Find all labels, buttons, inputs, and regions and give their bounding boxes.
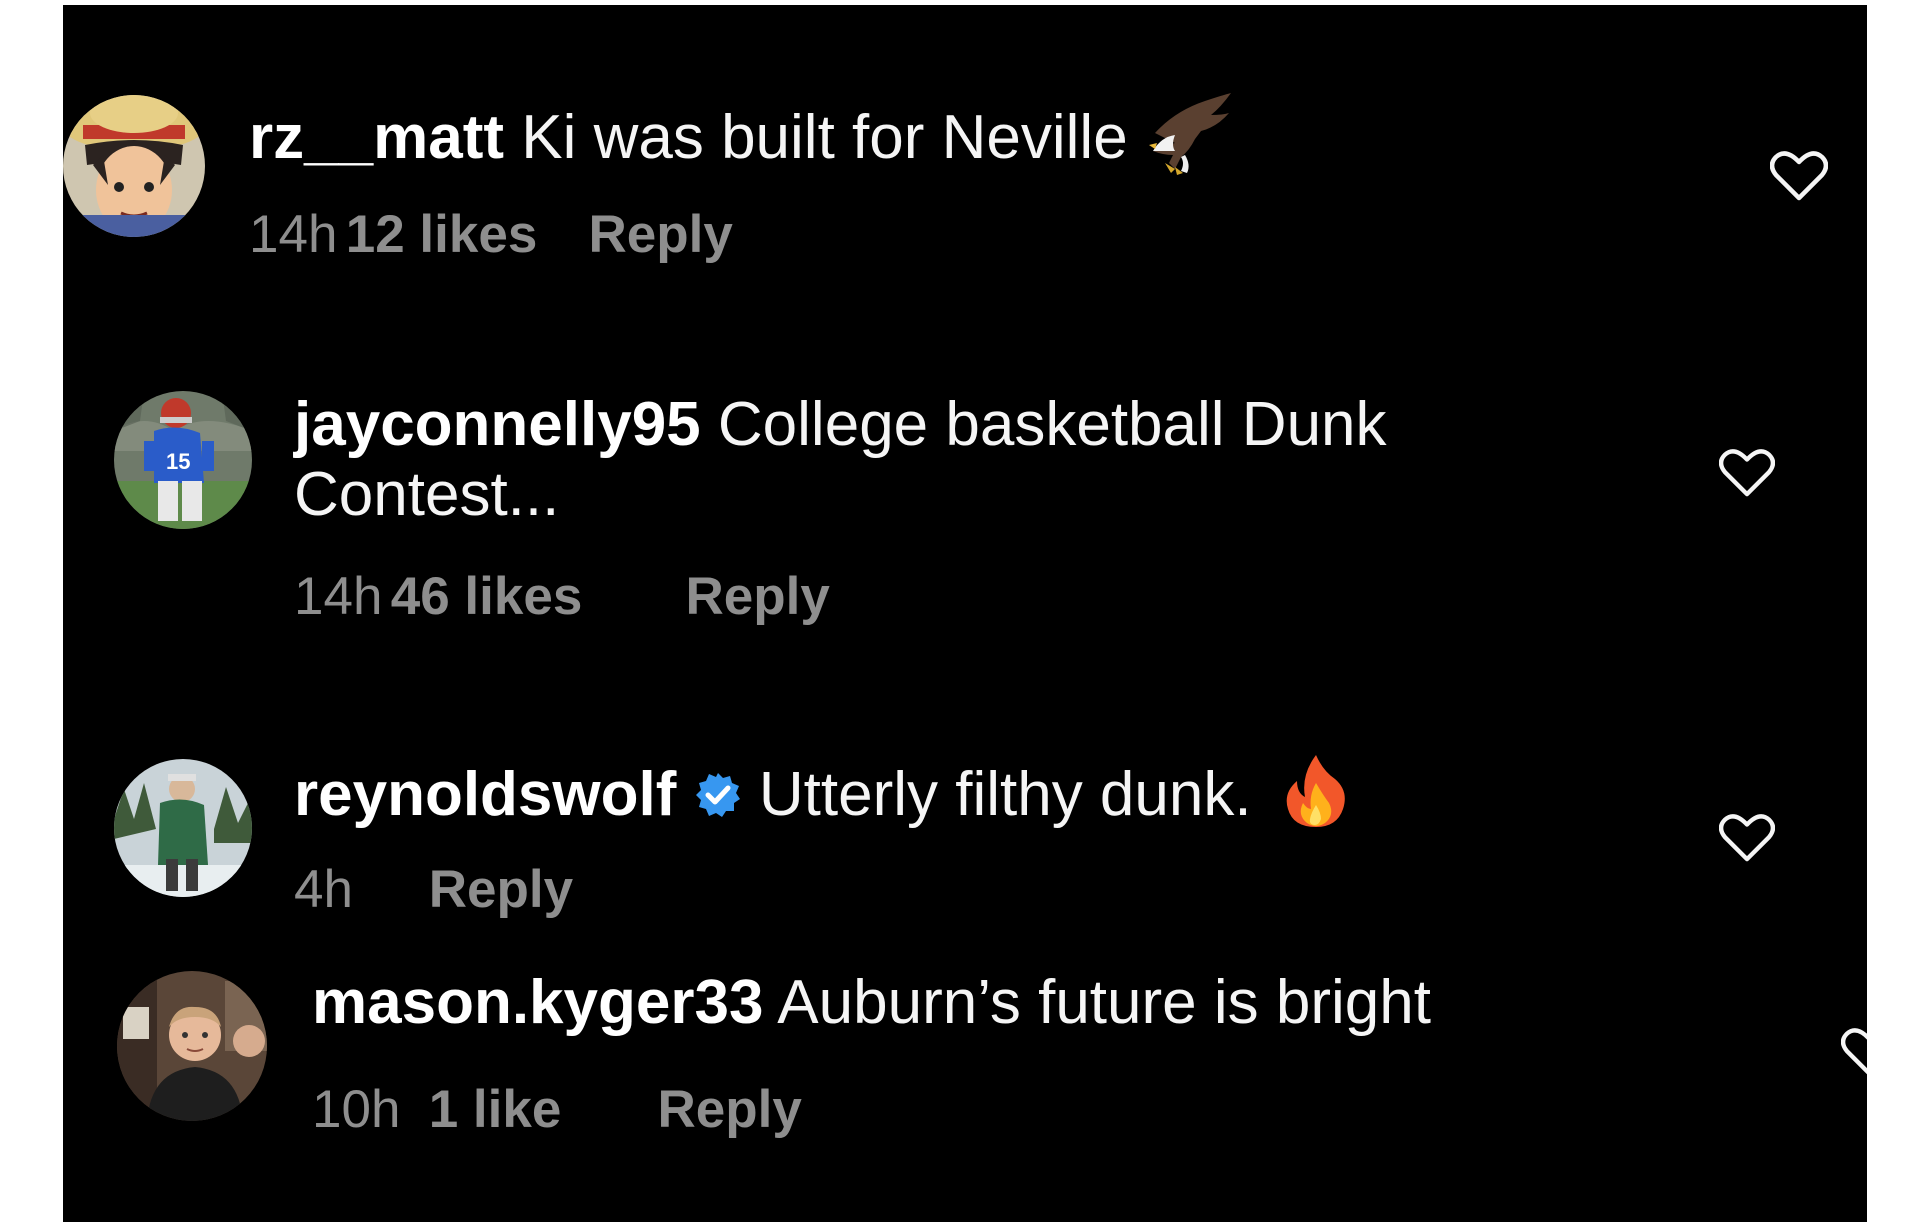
- comment-text-line: Contest...: [294, 460, 559, 530]
- comment-meta: 4h Reply: [294, 860, 573, 920]
- likes-count[interactable]: 12 likes: [346, 205, 574, 265]
- comment-meta: 14h 46 likes Reply: [294, 567, 830, 627]
- comment-meta: 14h 12 likes Reply: [249, 205, 733, 265]
- avatar[interactable]: [117, 971, 267, 1121]
- reply-button[interactable]: Reply: [429, 860, 573, 920]
- likes-count[interactable]: 46 likes: [391, 567, 671, 627]
- like-heart-icon[interactable]: [1718, 813, 1776, 868]
- eagle-emoji-icon: [1145, 93, 1233, 190]
- comment-time: 10h: [312, 1080, 401, 1139]
- comment-body-continued: Contest...: [294, 460, 560, 529]
- comment-time: 4h: [294, 860, 353, 919]
- username[interactable]: reynoldswolf: [294, 760, 676, 829]
- like-heart-icon[interactable]: [1769, 150, 1829, 207]
- reply-button[interactable]: Reply: [657, 1080, 801, 1140]
- comment-text-line: mason.kyger33 Auburn’s future is bright: [312, 968, 1431, 1038]
- comment-body: Auburn’s future is bright: [777, 968, 1431, 1037]
- avatar[interactable]: 15: [114, 391, 252, 529]
- likes-count[interactable]: 1 like: [429, 1080, 643, 1140]
- avatar[interactable]: [63, 95, 205, 237]
- comment-time: 14h: [249, 205, 338, 264]
- comment-time: 14h: [294, 567, 383, 626]
- comment-text-line: reynoldswolf Utterly filthy dunk.: [294, 753, 1349, 844]
- like-heart-icon[interactable]: [1718, 448, 1776, 503]
- comment-text-line: jayconnelly95 College basketball Dunk: [294, 390, 1387, 460]
- comment-text-line: rz__matt Ki was built for Neville: [249, 93, 1233, 190]
- comment-meta: 10h 1 like Reply: [312, 1080, 802, 1140]
- comment-body: Utterly filthy dunk.: [758, 759, 1252, 829]
- reply-button[interactable]: Reply: [588, 205, 732, 265]
- username[interactable]: jayconnelly95: [294, 390, 701, 459]
- fire-emoji-icon: [1283, 753, 1349, 844]
- username[interactable]: mason.kyger33: [312, 968, 763, 1037]
- like-heart-icon[interactable]: [1840, 1027, 1867, 1082]
- svg-text:15: 15: [166, 449, 190, 474]
- avatar[interactable]: [114, 759, 252, 897]
- reply-button[interactable]: Reply: [685, 567, 829, 627]
- comment-body: College basketball Dunk: [717, 390, 1387, 459]
- comment-body: Ki was built for Neville: [521, 102, 1128, 172]
- username[interactable]: rz__matt: [249, 103, 504, 172]
- comments-panel: rz__matt Ki was built for Neville 14h 12…: [63, 5, 1867, 1222]
- verified-badge-icon: [694, 764, 742, 834]
